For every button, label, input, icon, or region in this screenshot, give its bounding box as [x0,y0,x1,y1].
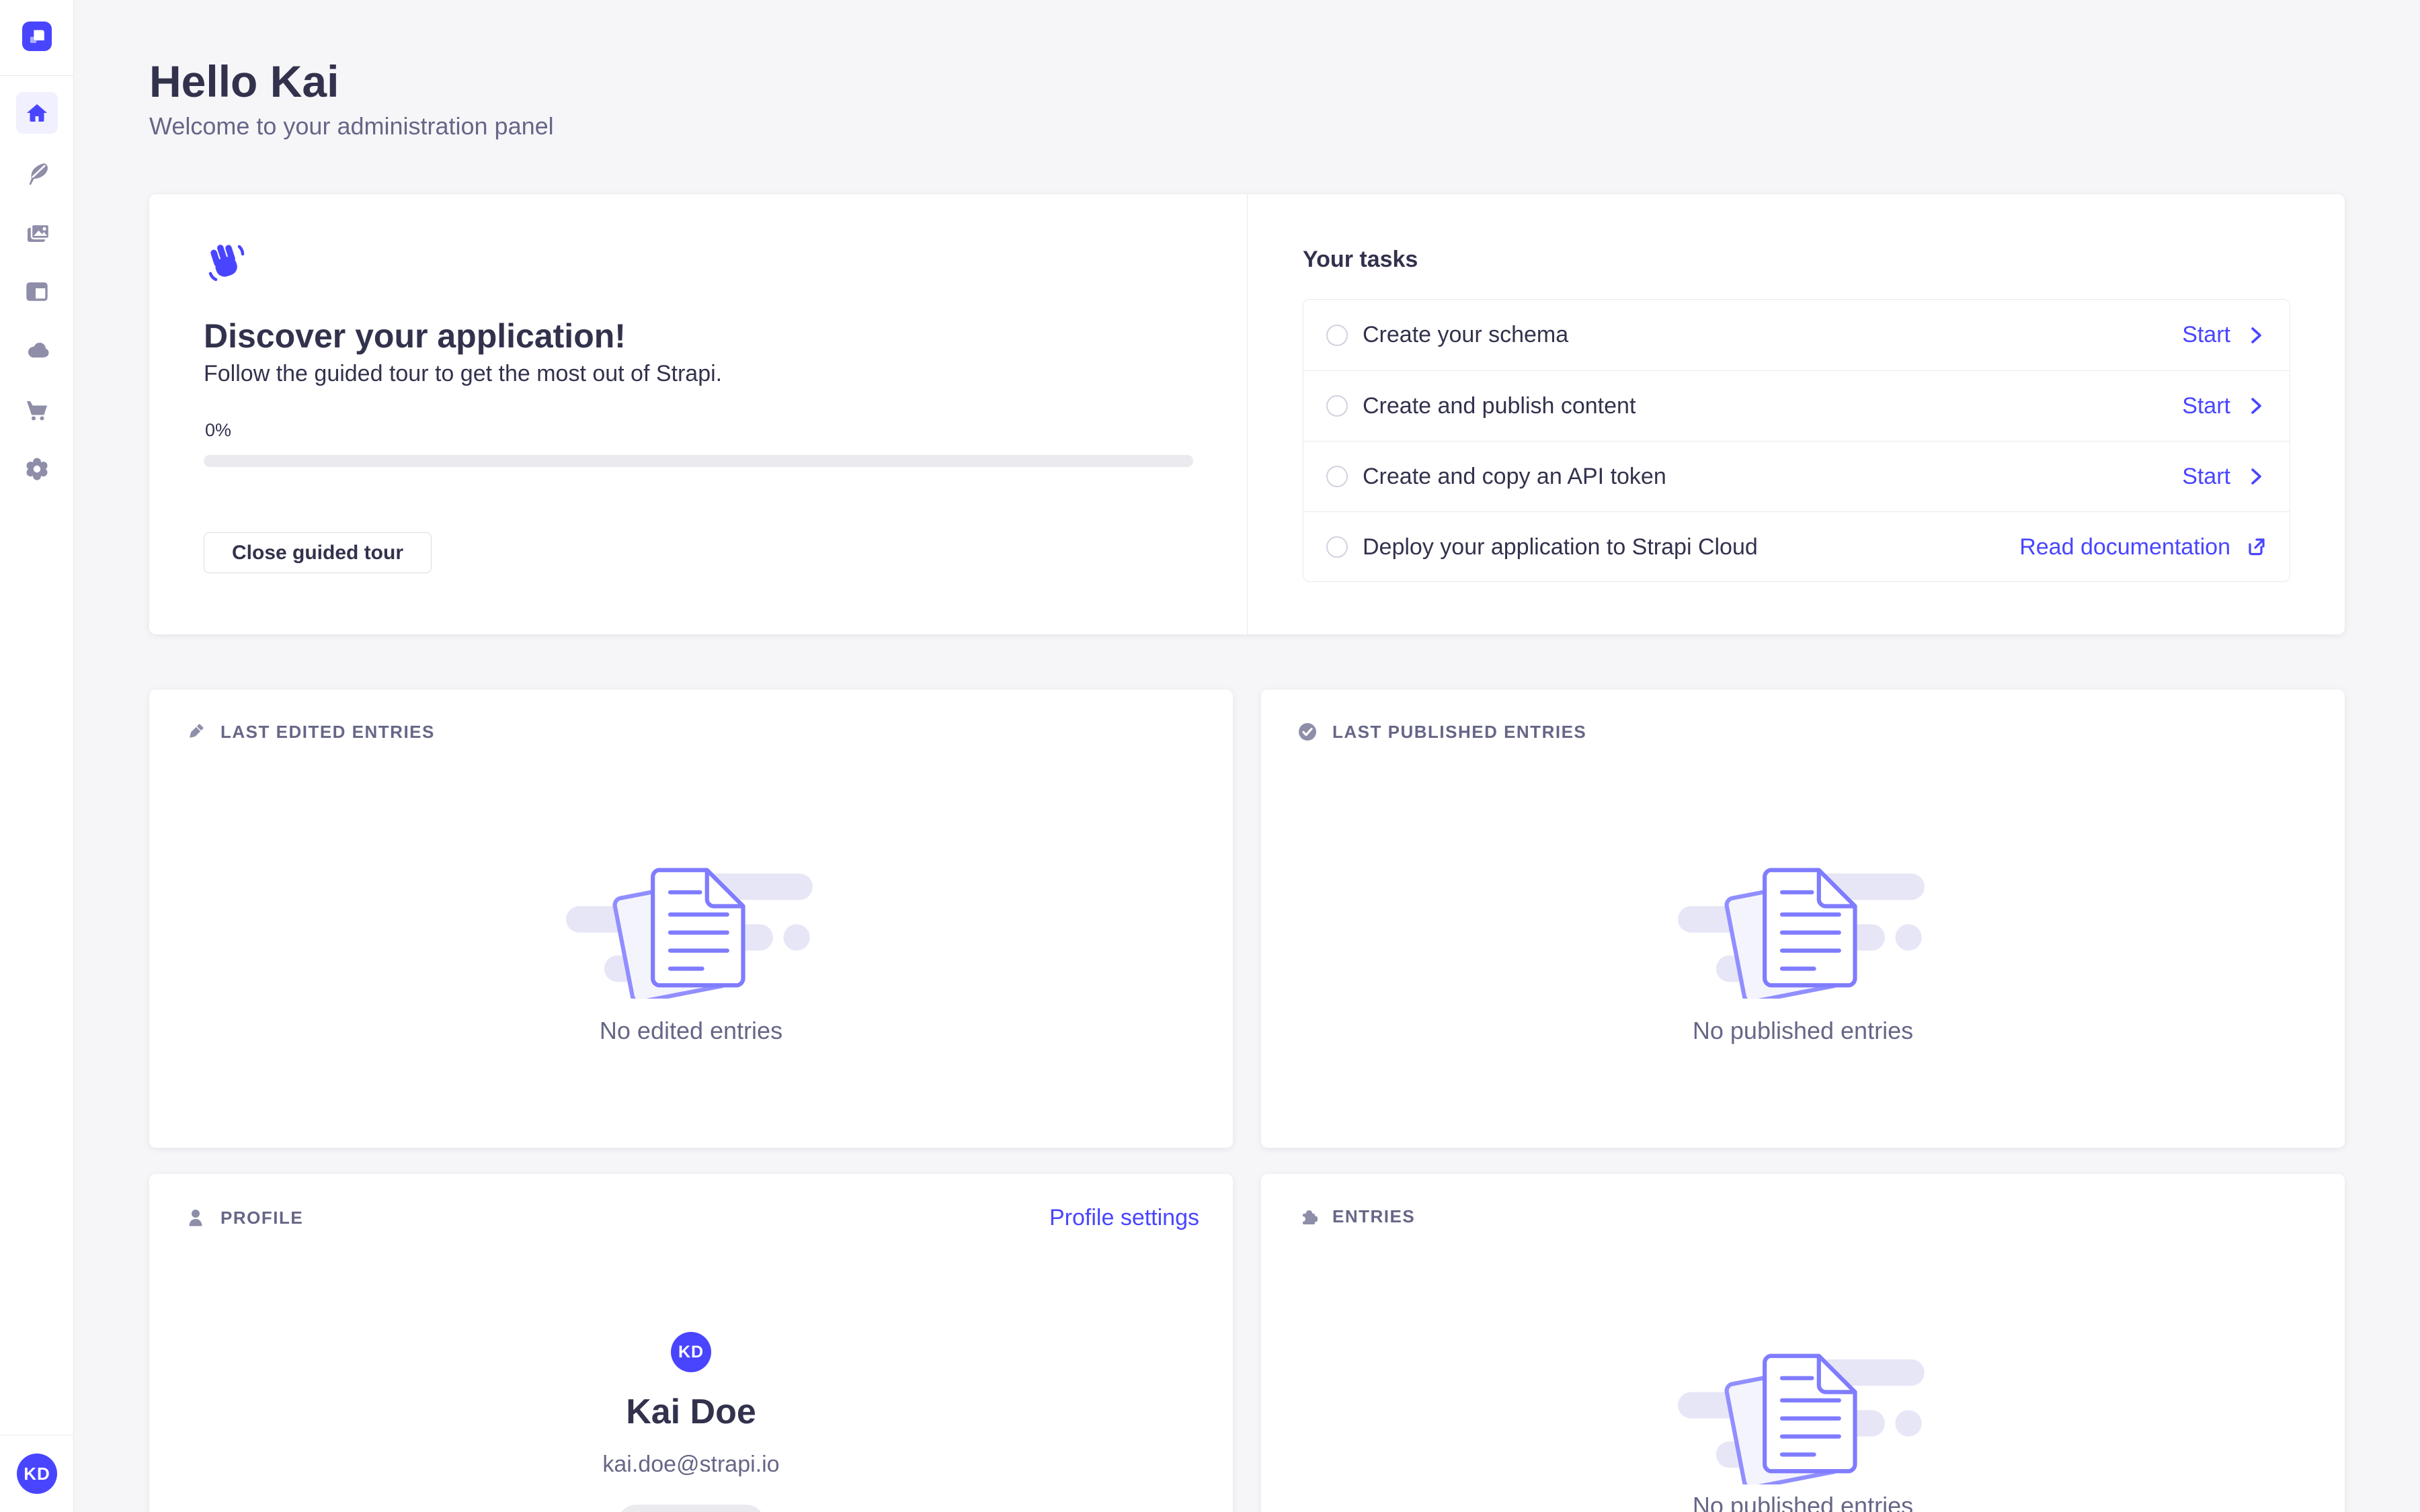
user-avatar-initials: KD [24,1464,50,1484]
task-row-create-publish-content: Create and publish content Start [1303,370,2290,441]
task-link-label: Start [2182,464,2230,490]
strapi-cloud-icon [24,337,50,364]
empty-state-text: No edited entries [149,1017,1233,1045]
sidebar-item-strapi-cloud[interactable] [16,329,58,371]
strapi-logo-icon[interactable] [22,22,52,51]
empty-documents-illustration [1678,856,1928,999]
task-status-circle-icon [1326,325,1348,346]
profile-avatar: KD [671,1332,711,1372]
widget-header: ENTRIES [1297,1206,2311,1226]
sidebar-divider [0,75,74,76]
empty-documents-illustration [1678,1342,1928,1484]
widget-header: LAST EDITED ENTRIES [186,722,1199,742]
profile-name: Kai Doe [149,1394,1233,1429]
task-status-circle-icon [1326,466,1348,487]
chevron-right-icon [2245,325,2267,346]
main-sidebar: KD [0,0,74,1512]
puzzle-icon [1297,1206,1318,1226]
tasks-section-title: Your tasks [1303,248,1418,271]
profile-role-badge [616,1505,766,1512]
sidebar-item-marketplace[interactable] [16,388,58,430]
chevron-right-icon [2245,395,2267,417]
profile-settings-link[interactable]: Profile settings [1049,1206,1199,1229]
progress-percent-label: 0% [205,420,231,441]
entries-widget: ENTRIES No published entries [1261,1174,2345,1512]
page-subtitle: Welcome to your administration panel [149,114,554,138]
empty-documents-illustration [566,856,816,999]
widget-header: PROFILE Profile settings [186,1206,1199,1229]
pencil-icon [186,722,206,742]
guided-tour-card: Discover your application! Follow the gu… [149,194,2345,634]
task-label: Create your schema [1363,322,1568,348]
task-label: Create and copy an API token [1363,464,1666,490]
last-published-entries-widget: LAST PUBLISHED ENTRIES No published entr… [1261,689,2345,1148]
widget-header: LAST PUBLISHED ENTRIES [1297,722,2311,742]
profile-email: kai.doe@strapi.io [149,1453,1233,1476]
sidebar-item-content-manager[interactable] [16,152,58,194]
home-icon [24,99,50,126]
task-link-label: Start [2182,393,2230,419]
guided-tour-title: Discover your application! [204,318,626,355]
wave-hand-icon [205,241,247,283]
marketplace-cart-icon [24,396,50,423]
widget-title: LAST EDITED ENTRIES [220,723,435,741]
widget-title: PROFILE [220,1209,303,1226]
empty-state-text: No published entries [1261,1017,2345,1045]
user-avatar[interactable]: KD [17,1454,57,1494]
chevron-right-icon [2245,466,2267,487]
page-title: Hello Kai [149,59,339,103]
empty-state-text: No published entries [1261,1492,2345,1512]
task-link-label: Read documentation [2019,534,2230,560]
sidebar-item-content-type-builder[interactable] [16,271,58,312]
sidebar-item-media-library[interactable] [16,212,58,254]
task-link-label: Start [2182,322,2230,348]
progress-bar [204,455,1193,467]
sidebar-item-home[interactable] [16,92,58,134]
task-status-circle-icon [1326,536,1348,558]
last-edited-entries-widget: LAST EDITED ENTRIES No edited entries [149,689,1233,1148]
task-row-deploy-strapi-cloud: Deploy your application to Strapi Cloud … [1303,511,2290,582]
task-label: Create and publish content [1363,393,1636,419]
task-row-create-api-token: Create and copy an API token Start [1303,441,2290,511]
check-circle-icon [1297,722,1318,742]
guided-tour-description: Follow the guided tour to get the most o… [204,361,722,387]
close-guided-tour-button[interactable]: Close guided tour [204,532,432,573]
task-read-documentation-link[interactable]: Read documentation [2019,534,2267,560]
task-start-link[interactable]: Start [2182,393,2267,419]
user-icon [186,1208,206,1228]
profile-widget: PROFILE Profile settings KD Kai Doe kai.… [149,1174,1233,1512]
content-manager-feather-icon [24,159,50,186]
task-status-circle-icon [1326,395,1348,417]
widget-title: LAST PUBLISHED ENTRIES [1332,723,1586,741]
content-type-builder-layout-icon [24,278,50,305]
tasks-list: Create your schema Start Create and publ… [1303,299,2290,582]
external-link-icon [2245,536,2267,558]
task-start-link[interactable]: Start [2182,322,2267,348]
task-row-create-schema: Create your schema Start [1303,300,2290,370]
task-label: Deploy your application to Strapi Cloud [1363,534,1758,560]
task-start-link[interactable]: Start [2182,464,2267,490]
settings-gear-icon [24,456,50,482]
card-divider [1247,194,1248,634]
media-library-pictures-icon [24,220,50,247]
profile-avatar-initials: KD [678,1343,704,1362]
widget-title: ENTRIES [1332,1208,1415,1225]
sidebar-item-settings[interactable] [16,448,58,490]
